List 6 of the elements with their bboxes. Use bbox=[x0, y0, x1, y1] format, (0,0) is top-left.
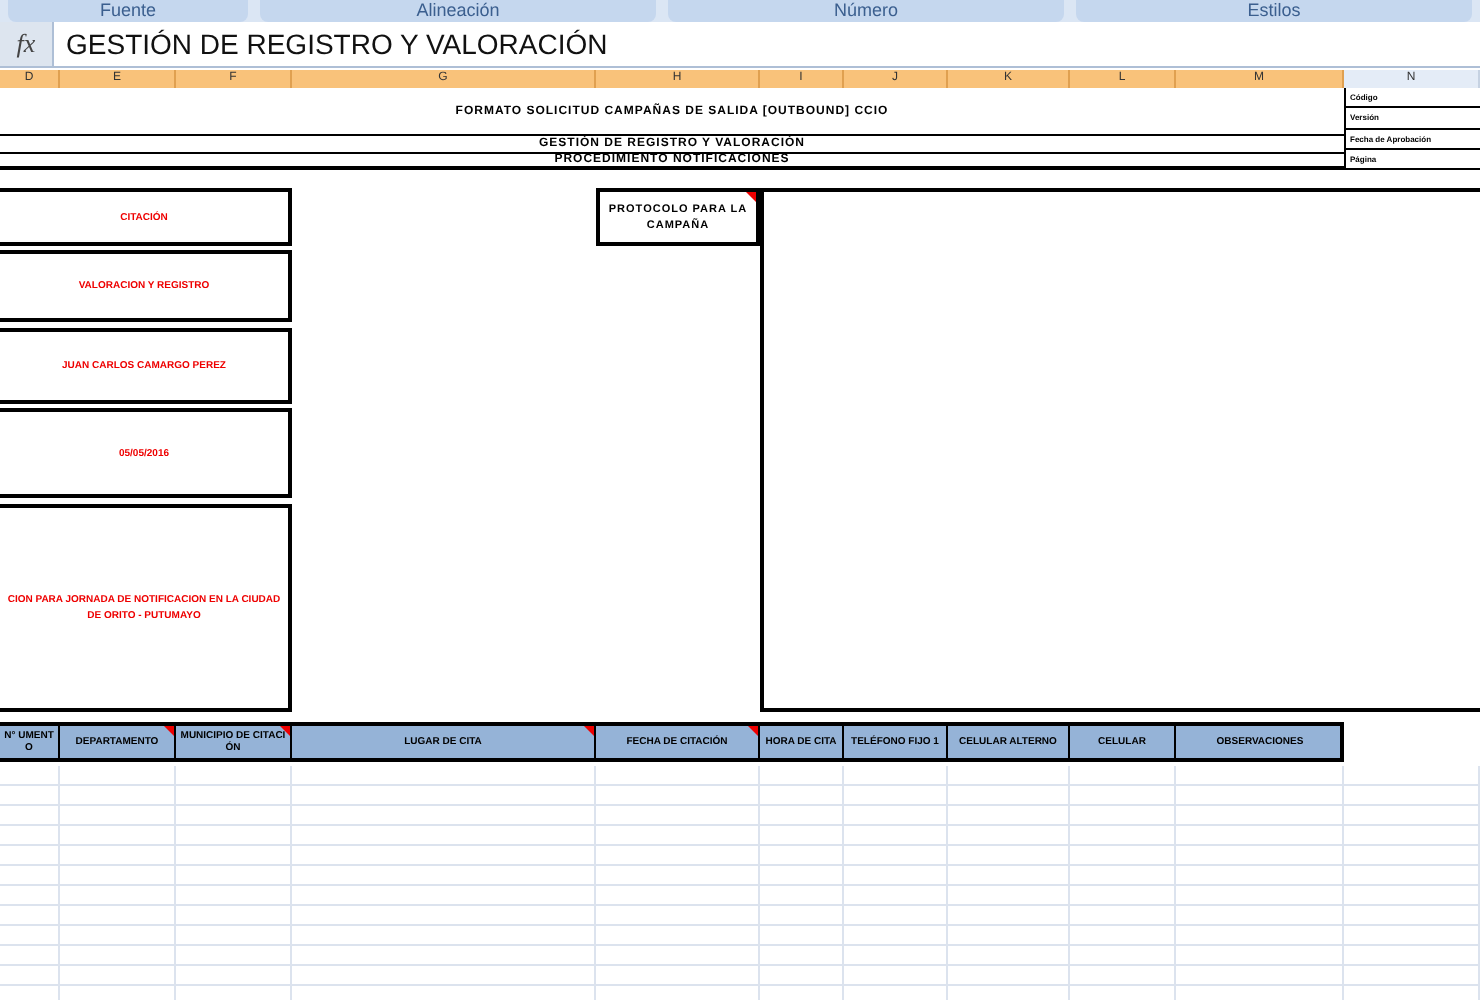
ribbon-group-label: Fuente bbox=[8, 0, 248, 22]
ribbon-group-label: Alineación bbox=[260, 0, 656, 22]
formula-input[interactable]: GESTIÓN DE REGISTRO Y VALORACIÓN bbox=[52, 22, 1480, 66]
function-label[interactable]: fx bbox=[0, 22, 52, 66]
ribbon-group-label: Número bbox=[668, 0, 1064, 22]
ribbon-group-label: Estilos bbox=[1076, 0, 1472, 22]
